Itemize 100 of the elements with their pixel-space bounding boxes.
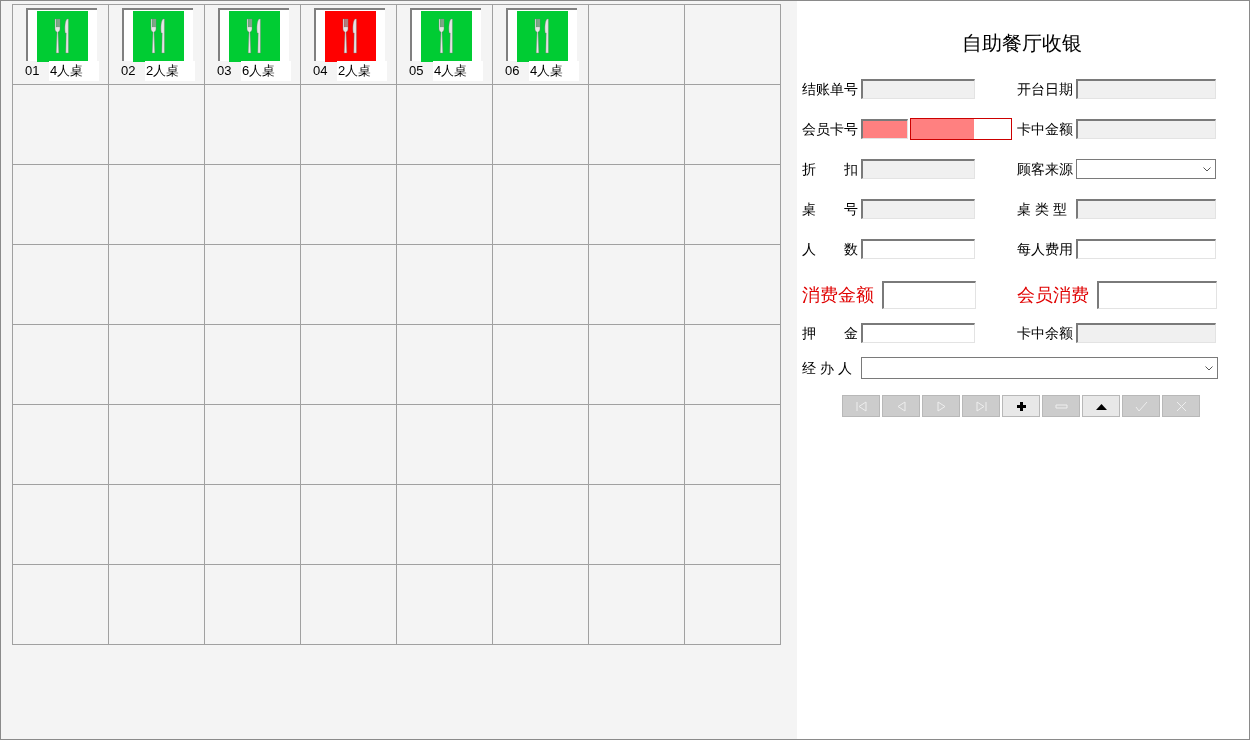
grid-cell[interactable]: 01 4人桌	[12, 4, 108, 84]
input-field[interactable]	[1076, 119, 1216, 139]
grid-cell[interactable]	[588, 564, 684, 644]
grid-cell[interactable]	[588, 84, 684, 164]
input-field[interactable]	[861, 323, 975, 343]
grid-cell[interactable]	[12, 484, 108, 564]
grid-cell[interactable]	[300, 484, 396, 564]
grid-cell[interactable]: 04 2人桌	[300, 4, 396, 84]
grid-cell[interactable]	[204, 244, 300, 324]
grid-cell[interactable]	[204, 84, 300, 164]
grid-cell[interactable]	[492, 244, 588, 324]
input-field[interactable]	[1076, 239, 1216, 259]
grid-cell[interactable]	[300, 404, 396, 484]
grid-cell[interactable]	[492, 164, 588, 244]
grid-cell[interactable]	[684, 484, 780, 564]
grid-cell[interactable]	[588, 324, 684, 404]
grid-cell[interactable]	[12, 564, 108, 644]
grid-cell[interactable]	[300, 164, 396, 244]
field-label: 卡中金额	[1017, 119, 1074, 139]
input-field[interactable]	[1076, 199, 1216, 219]
input-field[interactable]	[1076, 323, 1216, 343]
dropdown-field[interactable]	[1076, 159, 1216, 179]
grid-cell[interactable]	[396, 164, 492, 244]
grid-cell[interactable]	[108, 84, 204, 164]
grid-cell[interactable]: 06 4人桌	[492, 4, 588, 84]
table-number: 06	[505, 62, 521, 80]
grid-cell[interactable]	[204, 404, 300, 484]
field-label: 每人费用	[1017, 239, 1074, 259]
grid-cell[interactable]	[588, 484, 684, 564]
grid-cell[interactable]	[396, 324, 492, 404]
table-status-tile[interactable]	[410, 8, 481, 61]
grid-cell[interactable]	[12, 84, 108, 164]
input-field[interactable]	[861, 199, 975, 219]
table-number: 05	[409, 62, 425, 80]
grid-cell[interactable]	[684, 564, 780, 644]
grid-cell[interactable]	[684, 164, 780, 244]
input-field[interactable]	[861, 79, 975, 99]
field-label: 会员消费	[1017, 283, 1090, 307]
grid-cell[interactable]	[684, 404, 780, 484]
grid-cell[interactable]	[204, 324, 300, 404]
grid-cell[interactable]	[108, 164, 204, 244]
table-status-tile[interactable]	[26, 8, 97, 61]
table-number: 01	[25, 62, 41, 80]
grid-cell[interactable]: 02 2人桌	[108, 4, 204, 84]
grid-cell[interactable]	[300, 84, 396, 164]
grid-cell[interactable]	[492, 564, 588, 644]
grid-cell[interactable]	[492, 324, 588, 404]
input-field[interactable]	[861, 159, 975, 179]
grid-cell[interactable]	[396, 244, 492, 324]
grid-cell[interactable]	[396, 564, 492, 644]
grid-cell[interactable]	[684, 324, 780, 404]
grid-cell[interactable]	[108, 484, 204, 564]
grid-cell[interactable]	[204, 484, 300, 564]
grid-cell[interactable]	[396, 484, 492, 564]
table-status-tile[interactable]	[506, 8, 577, 61]
input-field[interactable]	[861, 119, 908, 139]
input-field[interactable]	[861, 239, 975, 259]
grid-cell[interactable]: 05 4人桌	[396, 4, 492, 84]
navigator-button[interactable]	[1002, 395, 1040, 417]
grid-cell[interactable]	[492, 84, 588, 164]
field-label: 顾客来源	[1017, 159, 1074, 179]
grid-cell[interactable]	[300, 324, 396, 404]
table-status-tile[interactable]	[218, 8, 289, 61]
grid-cell[interactable]	[492, 484, 588, 564]
grid-cell[interactable]	[684, 244, 780, 324]
grid-cell[interactable]	[588, 244, 684, 324]
grid-cell[interactable]	[108, 404, 204, 484]
input-field[interactable]	[882, 281, 976, 309]
grid-cell[interactable]	[684, 4, 780, 84]
grid-cell[interactable]	[12, 244, 108, 324]
grid-cell[interactable]	[396, 404, 492, 484]
grid-cell[interactable]	[204, 564, 300, 644]
field-label: 桌 号	[802, 199, 859, 219]
grid-cell[interactable]	[12, 324, 108, 404]
grid-cell[interactable]	[492, 404, 588, 484]
table-status-tile[interactable]	[122, 8, 193, 61]
navigator-button[interactable]	[1082, 395, 1120, 417]
grid-cell[interactable]	[204, 164, 300, 244]
field-label: 人 数	[802, 239, 859, 259]
grid-cell[interactable]	[684, 84, 780, 164]
grid-cell[interactable]	[108, 564, 204, 644]
table-status-tile[interactable]	[314, 8, 385, 61]
grid-cell[interactable]	[588, 4, 684, 84]
table-number: 04	[313, 62, 329, 80]
grid-cell[interactable]	[300, 244, 396, 324]
cutlery-icon	[421, 11, 472, 62]
grid-cell[interactable]	[12, 164, 108, 244]
grid-cell[interactable]	[12, 404, 108, 484]
table-number: 02	[121, 62, 137, 80]
input-field[interactable]	[1076, 79, 1216, 99]
grid-cell[interactable]	[588, 164, 684, 244]
grid-cell[interactable]	[108, 324, 204, 404]
grid-cell[interactable]	[300, 564, 396, 644]
cutlery-icon	[325, 11, 376, 62]
dropdown-field[interactable]	[861, 357, 1218, 379]
grid-cell[interactable]	[108, 244, 204, 324]
grid-cell[interactable]: 03 6人桌	[204, 4, 300, 84]
grid-cell[interactable]	[588, 404, 684, 484]
input-field[interactable]	[1097, 281, 1217, 309]
grid-cell[interactable]	[396, 84, 492, 164]
